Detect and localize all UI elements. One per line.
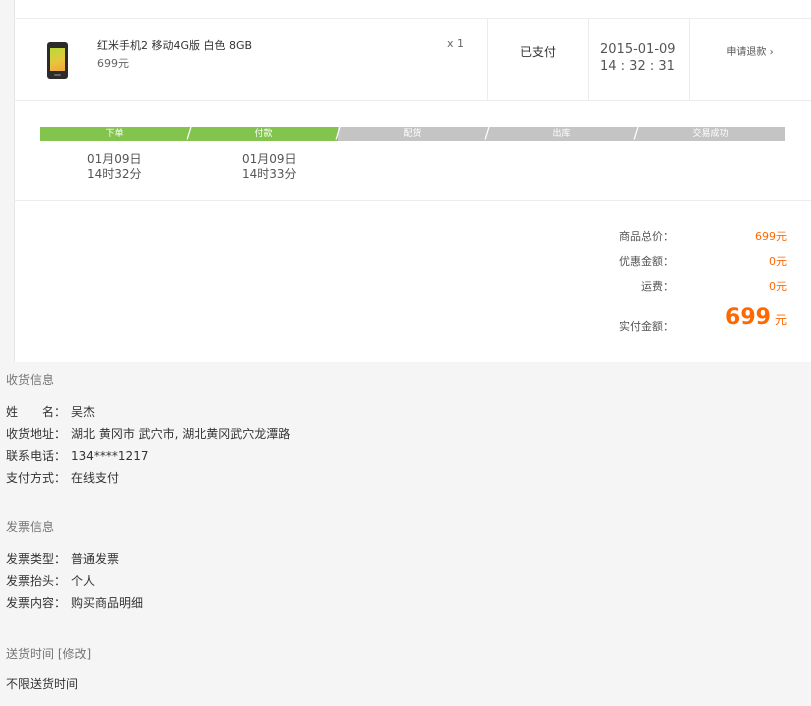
recipient-name-row: 姓 名： 吴杰 [6, 403, 95, 420]
progress-step-label: 交易成功 [692, 129, 729, 139]
progress-step-ordered: 下单 [40, 127, 189, 141]
table-top-line [14, 18, 811, 19]
table-bottom-line [14, 100, 811, 101]
progress-separator: / [633, 124, 639, 142]
shipping-fee-value: 0元 [769, 280, 787, 293]
goods-total-label: 商品总价： [619, 230, 674, 243]
product-quantity: x 1 [447, 37, 465, 50]
phone-home-bar [54, 74, 61, 76]
goods-total-value: 699元 [755, 230, 787, 243]
payment-label: 支付方式： [6, 471, 67, 485]
delivery-time-section: 送货时间 [修改] [6, 645, 91, 662]
payment-row: 支付方式： 在线支付 [6, 469, 119, 486]
shipping-fee-label: 运费： [641, 280, 674, 293]
progress-step-complete: 交易成功 [636, 127, 785, 141]
phone-screen [50, 48, 65, 71]
address-label: 收货地址： [6, 427, 67, 441]
invoice-header-label: 发票抬头： [6, 574, 67, 588]
paid-amount-unit: 元 [774, 313, 787, 327]
order-time: 14 : 32 : 31 [600, 59, 675, 74]
payment-value: 在线支付 [71, 471, 120, 485]
progress-separator: / [484, 124, 490, 142]
invoice-type-value: 普通发票 [71, 552, 120, 566]
progress-step-label: 付款 [254, 129, 273, 139]
progress-step-label: 下单 [105, 129, 124, 139]
product-name[interactable]: 红米手机2 移动4G版 白色 8GB [97, 37, 252, 53]
progress-separator: / [186, 124, 192, 142]
invoice-header-value: 个人 [71, 574, 96, 588]
invoice-content-value: 购买商品明细 [71, 596, 144, 610]
phone-value: 134****1217 [71, 449, 149, 463]
paid-amount-number: 699 [725, 305, 771, 330]
invoice-content-row: 发票内容： 购买商品明细 [6, 594, 143, 611]
address-row: 收货地址： 湖北 黄冈市 武穴市, 湖北黄冈武穴龙潭路 [6, 425, 290, 442]
refund-button[interactable]: 申请退款 › [690, 43, 810, 58]
progress-step-picking: 配货 [338, 127, 487, 141]
chevron-right-icon: › [769, 47, 774, 58]
col-divider [588, 18, 589, 100]
step-ordered-time: 14时32分 [87, 167, 142, 181]
modify-delivery-time-link[interactable]: [修改] [58, 647, 91, 661]
phone-thumbnail-icon[interactable] [47, 42, 68, 79]
progress-bottom-line [14, 200, 811, 201]
invoice-content-label: 发票内容： [6, 596, 67, 610]
address-value: 湖北 黄冈市 武穴市, 湖北黄冈武穴龙潭路 [71, 427, 291, 441]
invoice-header-row: 发票抬头： 个人 [6, 572, 95, 589]
shipping-info-title: 收货信息 [6, 373, 55, 387]
invoice-type-label: 发票类型： [6, 552, 67, 566]
recipient-name: 吴杰 [71, 405, 96, 419]
delivery-time-value: 不限送货时间 [6, 677, 79, 691]
step-paid-date: 01月09日 [242, 152, 297, 166]
discount-label: 优惠金额： [619, 255, 674, 268]
progress-step-paid: 付款 [189, 127, 338, 141]
invoice-type-row: 发票类型： 普通发票 [6, 550, 119, 567]
progress-step-outbound: 出库 [487, 127, 636, 141]
delivery-time-title: 送货时间 [6, 647, 55, 661]
invoice-info-title: 发票信息 [6, 520, 55, 534]
step-ordered-date: 01月09日 [87, 152, 142, 166]
order-status: 已支付 [519, 45, 556, 59]
col-divider [689, 18, 690, 100]
product-price: 699元 [97, 57, 129, 70]
refund-label: 申请退款 [726, 47, 767, 58]
step-paid-time: 14时33分 [242, 167, 297, 181]
discount-value: 0元 [769, 255, 787, 268]
order-progress-bar: 下单 付款 配货 出库 交易成功 / / / / [40, 124, 785, 142]
paid-amount: 699 元 [700, 305, 787, 330]
order-date: 2015-01-09 [600, 42, 676, 57]
progress-step-label: 配货 [403, 129, 422, 139]
phone-row: 联系电话： 134****1217 [6, 447, 148, 464]
progress-separator: / [335, 124, 341, 142]
phone-label: 联系电话： [6, 449, 67, 463]
paid-amount-label: 实付金额： [619, 320, 674, 333]
recipient-name-label: 姓 名： [6, 405, 67, 419]
progress-step-label: 出库 [552, 129, 571, 139]
